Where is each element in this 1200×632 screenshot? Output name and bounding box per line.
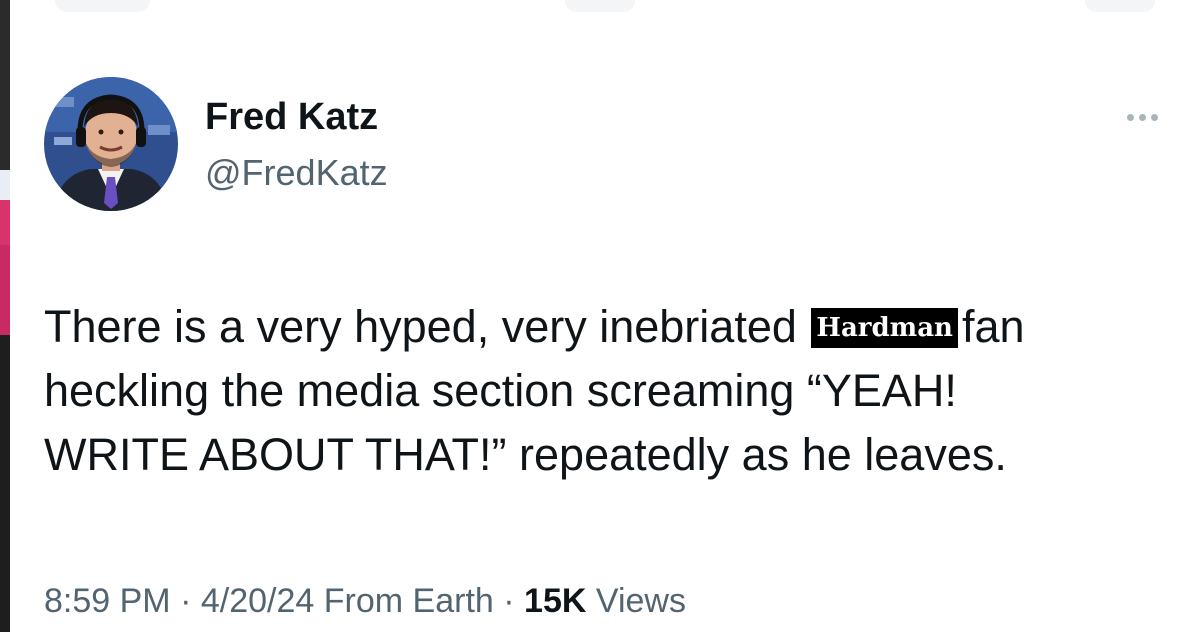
author-display-name[interactable]: Fred Katz bbox=[205, 96, 378, 139]
left-edge-strip bbox=[0, 0, 10, 632]
views-label[interactable]: Views bbox=[596, 582, 686, 620]
top-ghost-shape-right bbox=[1085, 0, 1155, 12]
avatar[interactable] bbox=[44, 77, 178, 211]
tweet-text-line-1-start: There is a very hyped, very inebriated bbox=[44, 301, 797, 352]
top-ghost-shape-left bbox=[55, 0, 150, 12]
tweet-metadata: 8:59 PM · 4/20/24 From Earth · 15K Views bbox=[44, 582, 686, 621]
top-ghost-shape-middle bbox=[565, 0, 635, 12]
tweet-text-line-1: There is a very hyped, very inebriated H… bbox=[44, 295, 1184, 359]
more-horizontal-icon bbox=[1126, 113, 1134, 121]
tweet-text-line-3: WRITE ABOUT THAT!” repeatedly as he leav… bbox=[44, 429, 1007, 480]
more-horizontal-icon-dot bbox=[1138, 113, 1146, 121]
meta-separator: · bbox=[503, 582, 515, 620]
person-avatar-icon bbox=[44, 77, 178, 211]
more-options-button[interactable] bbox=[1117, 104, 1167, 130]
redaction-label: Hardman bbox=[811, 308, 958, 348]
tweet-time[interactable]: 8:59 PM bbox=[44, 582, 171, 620]
tweet-text-line-1-end: fan bbox=[961, 301, 1025, 352]
meta-separator: · bbox=[180, 582, 192, 620]
more-horizontal-icon-dot bbox=[1150, 113, 1158, 121]
tweet-text-line-2: heckling the media section screaming “YE… bbox=[44, 365, 957, 416]
tweet-text: There is a very hyped, very inebriated H… bbox=[44, 295, 1184, 487]
views-count[interactable]: 15K bbox=[524, 582, 586, 620]
tweet-source: From Earth bbox=[323, 582, 494, 620]
author-handle[interactable]: @FredKatz bbox=[205, 152, 388, 194]
tweet-date[interactable]: 4/20/24 bbox=[201, 582, 314, 620]
